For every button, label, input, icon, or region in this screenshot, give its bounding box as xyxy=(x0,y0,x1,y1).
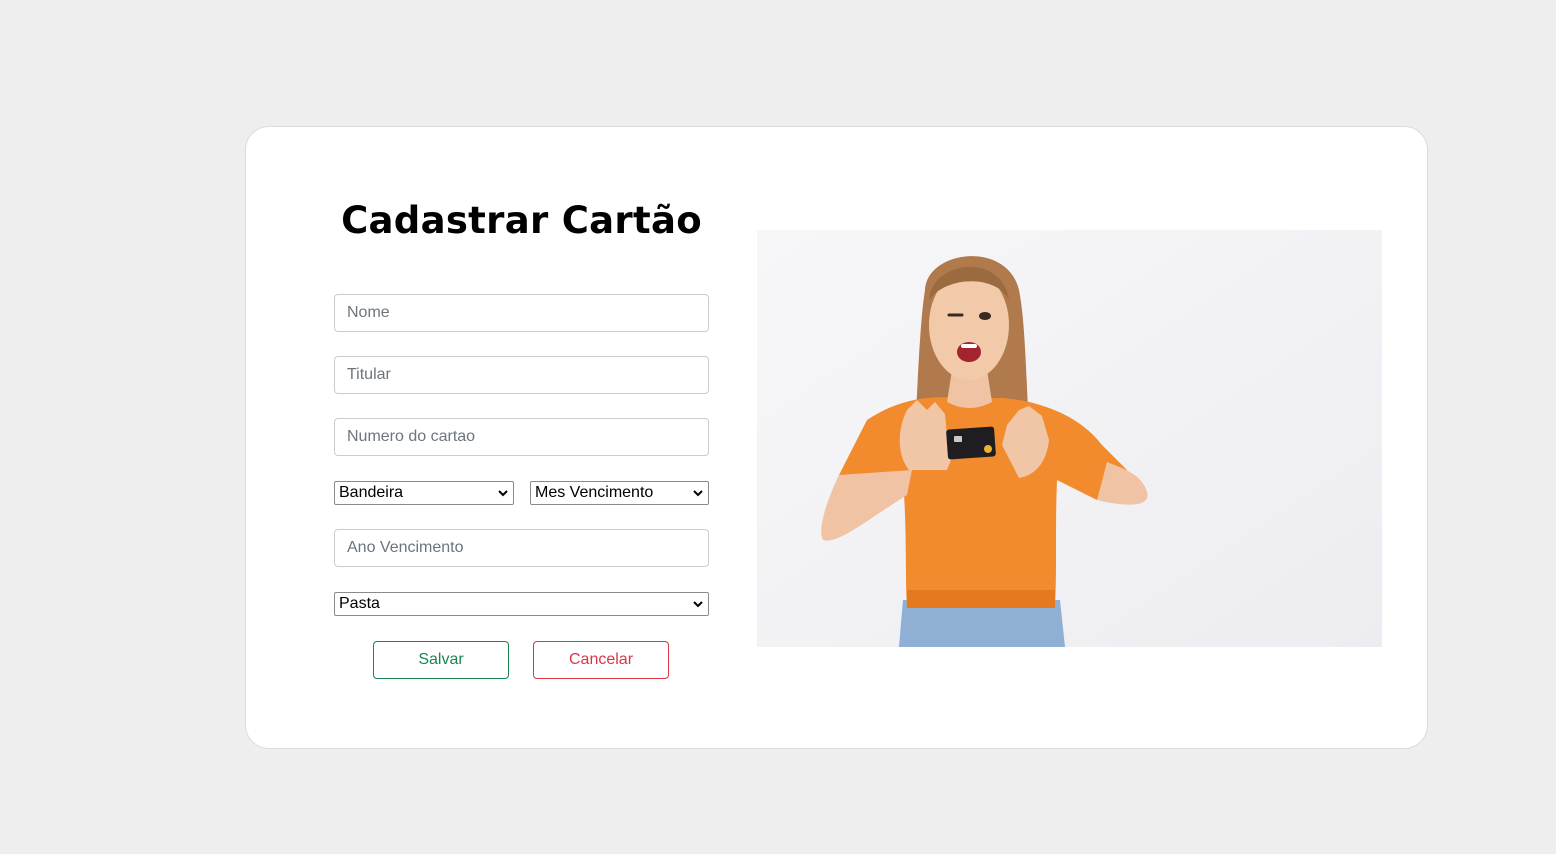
cancel-button[interactable]: Cancelar xyxy=(533,641,669,679)
nome-input[interactable] xyxy=(334,294,709,332)
mes-vencimento-select-value: Mes Vencimento xyxy=(535,484,654,501)
numero-cartao-input[interactable] xyxy=(334,418,709,456)
page-title: Cadastrar Cartão xyxy=(341,199,702,242)
woman-holding-card-photo xyxy=(757,230,1382,647)
save-button[interactable]: Salvar xyxy=(373,641,509,679)
bandeira-select-value: Bandeira xyxy=(339,484,404,501)
chevron-down-icon xyxy=(497,487,509,499)
chevron-down-icon xyxy=(692,487,704,499)
titular-input[interactable] xyxy=(334,356,709,394)
bandeira-select[interactable]: Bandeira xyxy=(334,481,514,505)
pasta-select-value: Pasta xyxy=(339,595,380,612)
ano-vencimento-input[interactable] xyxy=(334,529,709,567)
mes-vencimento-select[interactable]: Mes Vencimento xyxy=(530,481,709,505)
chevron-down-icon xyxy=(692,598,704,610)
pasta-select[interactable]: Pasta xyxy=(334,592,709,616)
card-form-panel: Cadastrar Cartão Bandeira Mes Vencimento… xyxy=(245,126,1428,749)
